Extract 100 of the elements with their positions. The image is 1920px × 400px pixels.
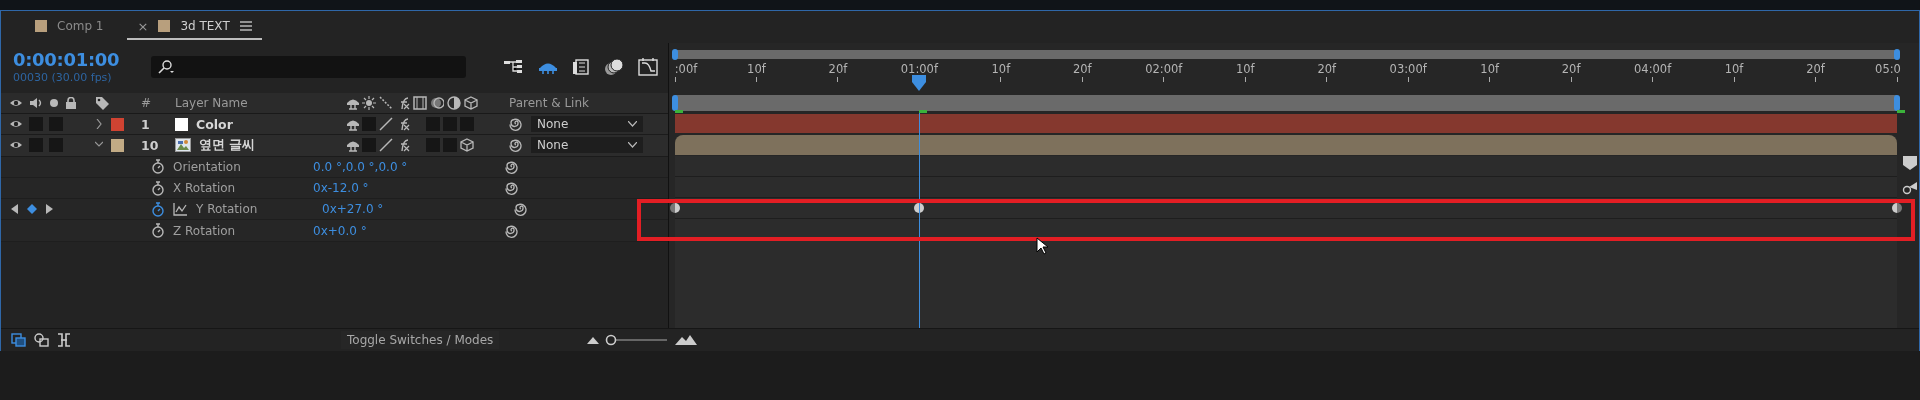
speaker-icon[interactable] [29,97,43,109]
tick-mark [1733,77,1735,82]
ruler-label: 20f [1073,61,1092,77]
tick-mark [674,77,676,82]
stopwatch-icon[interactable] [151,223,165,239]
chevron-icon [628,121,637,128]
tick-mark [1000,77,1002,82]
work-area-handle[interactable] [1894,95,1900,111]
keyframe-icon[interactable] [27,204,37,215]
tick-mark [1570,77,1572,82]
pick-whip-icon[interactable] [509,117,523,132]
stopwatch-icon[interactable] [151,180,165,196]
pick-whip-icon[interactable] [505,181,519,196]
composition-tab[interactable]: Comp 1 [25,14,114,40]
graph-icon[interactable] [173,202,188,217]
flowchart-icon[interactable] [504,58,524,75]
navigator-handle[interactable] [672,49,678,60]
marker-tick [919,110,928,113]
keyframe-icon[interactable] [914,203,925,214]
ruler-label: 20f [1561,61,1581,77]
next-keyframe-icon[interactable] [46,204,53,215]
search-field[interactable] [151,55,466,78]
property-name: Y Rotation [196,202,259,217]
in-out-icon[interactable] [57,333,71,347]
zoom-in-icon[interactable] [675,335,698,345]
layer-name[interactable]: Color [196,116,233,132]
keyframe-icon[interactable] [670,203,680,214]
transfer-controls-icon[interactable] [34,333,49,347]
property-value[interactable]: 0x+27.0 ° [322,202,512,217]
dashed-line-icon[interactable] [379,117,393,132]
motion-blur-icon[interactable] [604,57,624,76]
parent-dropdown[interactable]: None [531,116,643,133]
lock-icon[interactable] [65,96,77,110]
pick-whip-icon[interactable] [505,223,519,238]
stopwatch-icon[interactable] [151,159,165,175]
image-icon [175,138,191,153]
zoom-out-icon[interactable] [587,336,600,344]
work-area-handle[interactable] [672,95,678,111]
column-header[interactable]: Parent & Link [503,96,668,110]
tag-icon[interactable] [95,95,110,111]
tick-mark [1163,77,1165,82]
tick-mark [1815,77,1817,82]
frame-blending-icon[interactable] [572,58,590,75]
twirl-icon[interactable] [95,119,103,130]
layer-switches-icon[interactable] [11,333,26,347]
layer-number: 1 [140,116,151,132]
ruler-label: 20f [1806,61,1825,77]
marker-tick [1897,110,1905,113]
ruler-label: 20f [828,61,848,77]
solo-dot-icon[interactable] [49,97,59,109]
tick-mark [1244,77,1246,82]
mouse-cursor-icon [1036,237,1048,255]
pick-whip-icon[interactable] [514,202,528,217]
close-button[interactable]: × [137,18,149,34]
ruler-label: 10f [1235,61,1255,77]
parent-dropdown[interactable]: None [531,137,643,154]
ruler-label: 10f [991,61,1011,77]
tick-mark [1896,77,1898,82]
cube-icon[interactable] [460,138,474,153]
dashed-line-icon[interactable] [379,96,393,110]
tick-mark [1489,77,1491,82]
label-color[interactable] [111,117,124,131]
layer-name[interactable]: 옆면 글씨 [199,136,256,154]
property-value[interactable]: 0x-12.0 ° [313,181,503,196]
timecode[interactable]: 0:00:01:00 [13,49,131,71]
tick-mark [1652,77,1654,82]
label-color[interactable] [111,138,124,152]
tick-mark [1407,77,1409,82]
frame-count: 00030 (30.00 fps) [13,71,113,84]
ruler-label: 03:00f [1389,61,1427,77]
search-icon [157,59,175,74]
pick-whip-icon[interactable] [505,159,519,174]
comp-marker-icon[interactable] [1902,155,1918,171]
playhead-handle[interactable] [912,75,927,91]
column-header[interactable]: Layer Name [171,96,341,110]
dashed-line-icon[interactable] [379,138,393,153]
ruler-label: 01:00f [900,61,938,77]
property-value[interactable]: 0.0 °,0.0 °,0.0 ° [313,159,503,174]
half-circle-icon[interactable] [447,96,461,110]
composition-tab[interactable]: × 3d TEXT [127,14,262,40]
cube-icon[interactable] [464,96,478,110]
ruler-label: 05:0 [1875,61,1901,77]
property-value[interactable]: 0x+0.0 ° [313,223,503,238]
film-icon[interactable] [413,96,427,110]
marker-tick [675,110,683,113]
ruler-label: 10f [747,61,766,77]
tab-label: Comp 1 [57,19,104,33]
graph-editor-icon[interactable] [638,57,658,76]
menu-icon[interactable] [239,21,252,31]
circles-icon[interactable] [430,96,444,110]
column-header[interactable]: # [135,96,171,110]
sun-icon[interactable] [362,96,376,110]
eye-icon[interactable] [9,97,23,109]
pick-whip-icon[interactable] [509,138,523,153]
stopwatch-icon[interactable] [151,201,165,217]
previous-keyframe-icon[interactable] [11,204,18,215]
property-name: Orientation [173,159,242,174]
navigator-handle[interactable] [1894,49,1900,60]
playhead-icon [912,75,927,91]
keyframe-icon[interactable] [1892,203,1902,214]
